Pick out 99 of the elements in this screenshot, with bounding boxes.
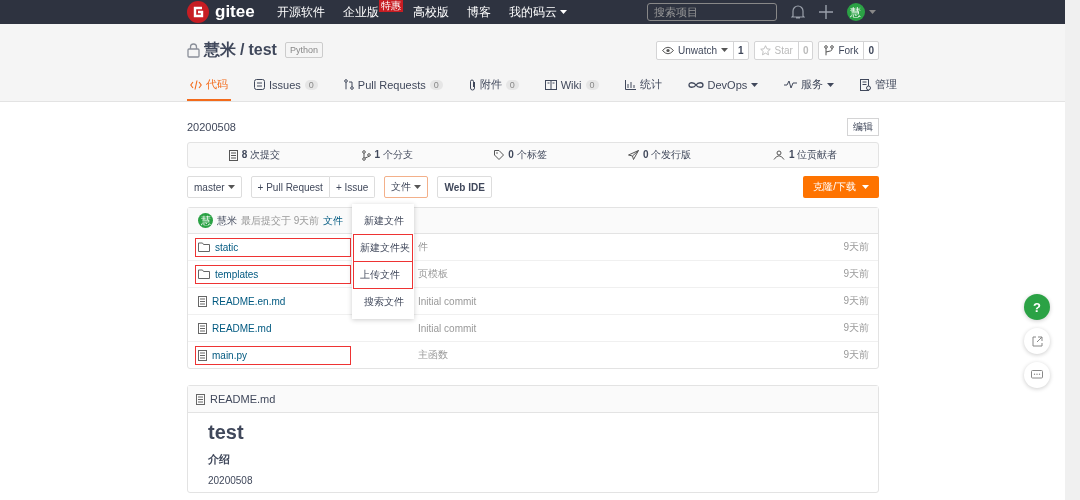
commit-time: 9天前 bbox=[843, 294, 869, 308]
branch-select[interactable]: master bbox=[187, 176, 242, 198]
stat-link[interactable]: 8 次提交 bbox=[241, 148, 281, 162]
readme-text: 20200508 bbox=[208, 475, 253, 486]
commit-time: 最后提交于 9天前 bbox=[241, 213, 320, 228]
commit-message: 件 bbox=[418, 240, 429, 254]
nav-link[interactable]: 博客 bbox=[466, 3, 491, 21]
author-name[interactable]: 慧米 bbox=[217, 213, 237, 228]
fork-icon bbox=[824, 44, 835, 56]
repo-tab[interactable]: DevOps bbox=[684, 76, 762, 101]
search-field[interactable]: 搜索项目 bbox=[646, 3, 777, 21]
file-icon bbox=[198, 322, 207, 334]
author-avatar: 慧 bbox=[198, 213, 213, 228]
file-name-link[interactable]: static bbox=[196, 238, 350, 256]
count-label: 0 bbox=[797, 41, 813, 59]
stat-link[interactable]: 1 位贡献者 bbox=[788, 148, 838, 162]
code-icon bbox=[190, 79, 202, 90]
stat-link[interactable]: 0 个标签 bbox=[508, 148, 547, 162]
merge-icon bbox=[343, 79, 354, 90]
count-label: 0 bbox=[863, 41, 878, 59]
file-menu-button[interactable]: 文件 bbox=[384, 176, 429, 198]
stat-link[interactable]: 0 个发行版 bbox=[643, 148, 692, 162]
issue-button[interactable]: + Issue bbox=[329, 176, 376, 198]
commit-message: 页模板 bbox=[418, 267, 449, 281]
file-icon bbox=[198, 349, 207, 361]
branch-icon bbox=[361, 149, 371, 161]
people-icon bbox=[772, 150, 785, 160]
pulse-icon bbox=[784, 80, 798, 89]
logo-icon[interactable] bbox=[187, 1, 209, 23]
clipboard-icon bbox=[860, 78, 872, 91]
caret-icon bbox=[227, 185, 235, 189]
tag-icon bbox=[494, 150, 505, 160]
nav-link[interactable]: 企业版 bbox=[342, 3, 379, 21]
menu-item[interactable]: 上传文件 bbox=[354, 262, 413, 288]
chat-icon bbox=[1031, 370, 1043, 380]
menu-item[interactable]: 搜索文件 bbox=[354, 289, 413, 315]
scrollbar[interactable] bbox=[1065, 0, 1080, 500]
repo-name-link[interactable]: test bbox=[248, 41, 277, 59]
commits-icon bbox=[228, 149, 238, 161]
repo-tab[interactable]: 附件 0 bbox=[465, 76, 522, 101]
web-ide-button[interactable]: Web IDE bbox=[437, 176, 492, 198]
commit-time: 9天前 bbox=[843, 321, 869, 335]
lock-icon bbox=[187, 42, 200, 58]
share-icon bbox=[1031, 335, 1043, 347]
menu-item[interactable]: 新建文件夹 bbox=[354, 235, 413, 261]
commit-time: 9天前 bbox=[843, 240, 869, 254]
commit-time: 9天前 bbox=[843, 348, 869, 362]
fork-button[interactable]: Fork bbox=[819, 41, 864, 59]
bell-icon[interactable] bbox=[790, 4, 805, 20]
file-icon bbox=[198, 295, 207, 307]
commit-message: Initial commit bbox=[418, 295, 478, 307]
caret-icon bbox=[862, 185, 869, 189]
repo-description: 20200508 bbox=[187, 121, 236, 133]
repo-tab[interactable]: 服务 bbox=[781, 76, 838, 101]
stat-link[interactable]: 1 个分支 bbox=[374, 148, 413, 162]
commit-time: 9天前 bbox=[843, 267, 869, 281]
file-name-link[interactable]: main.py bbox=[196, 346, 350, 364]
book-icon bbox=[544, 79, 557, 90]
edit-button[interactable]: 编辑 bbox=[847, 118, 879, 136]
caret-icon bbox=[414, 185, 422, 189]
folder-icon bbox=[198, 269, 210, 279]
repo-tab[interactable]: 管理 bbox=[857, 76, 901, 101]
readme-filename: README.md bbox=[210, 393, 276, 405]
repo-tab[interactable]: Issues 0 bbox=[251, 76, 321, 101]
infinity-icon bbox=[687, 80, 704, 89]
commit-message: Initial commit bbox=[418, 322, 478, 334]
commit-message-link[interactable]: 文件 bbox=[323, 213, 344, 228]
count-label: 1 bbox=[732, 41, 748, 59]
nav-link[interactable]: 开源软件 bbox=[276, 3, 325, 21]
file-name-link[interactable]: templates bbox=[196, 265, 350, 283]
file-name-link[interactable]: README.md bbox=[196, 319, 350, 337]
plus-icon[interactable] bbox=[818, 5, 833, 19]
repo-tab[interactable]: 统计 bbox=[621, 76, 665, 101]
readme-title: test bbox=[208, 421, 244, 444]
commit-message: 主函数 bbox=[418, 348, 449, 362]
caret-icon[interactable] bbox=[559, 10, 567, 14]
language-tag: Python bbox=[284, 42, 323, 58]
nav-link[interactable]: 高校版 bbox=[412, 3, 449, 21]
folder-icon bbox=[198, 242, 210, 252]
repo-tab[interactable]: Pull Requests 0 bbox=[340, 76, 446, 101]
repo-owner-link[interactable]: 慧米 bbox=[204, 39, 236, 61]
path-separator: / bbox=[240, 41, 245, 59]
file-name-link[interactable]: README.en.md bbox=[196, 292, 350, 310]
nav-link[interactable]: 我的码云 bbox=[508, 3, 557, 21]
file-icon bbox=[196, 393, 205, 405]
paperclip-icon bbox=[468, 78, 476, 91]
send-icon bbox=[628, 150, 640, 160]
star-icon bbox=[759, 44, 771, 56]
pull-request-button[interactable]: + Pull Request bbox=[250, 176, 330, 198]
watch-button[interactable]: Unwatch bbox=[657, 41, 733, 59]
bar-chart-icon bbox=[624, 79, 636, 90]
promo-badge: 特惠 bbox=[378, 0, 403, 12]
menu-item[interactable]: 新建文件 bbox=[354, 208, 413, 234]
readme-heading: 介绍 bbox=[208, 452, 230, 467]
eye-icon bbox=[662, 45, 675, 55]
list-icon bbox=[254, 79, 265, 90]
chat-button[interactable] bbox=[1024, 362, 1050, 388]
logo-text[interactable]: gitee bbox=[215, 2, 255, 22]
repo-tab[interactable]: Wiki 0 bbox=[541, 76, 602, 101]
